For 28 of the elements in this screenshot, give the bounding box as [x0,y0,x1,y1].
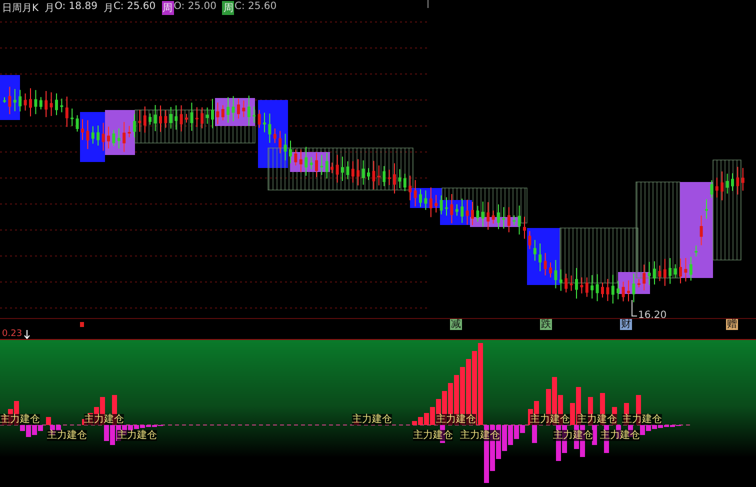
price-reading: 周 C: 25.60 [222,1,277,15]
event-marker: 跌 [540,319,552,330]
signal-label: 主力建仓 [530,414,570,425]
signal-label: 主力建仓 [352,414,392,425]
low-price-label: 16.20 [638,310,667,321]
signal-label: 主力建仓 [577,414,617,425]
signal-label: 主力建仓 [622,414,662,425]
signal-label: 主力建仓 [460,430,500,441]
chart-title: 日周月K [2,2,39,15]
price-reading: 月 C: 25.60 [103,1,156,15]
down-arrow-icon [24,330,30,338]
signal-label: 主力建仓 [413,430,453,441]
price-reading: 周 O: 25.00 [162,1,216,15]
price-reading: 月 O: 18.89 [44,1,98,15]
signal-label: 主力建仓 [600,430,640,441]
signal-label: 主力建仓 [0,414,40,425]
signal-label: 主力建仓 [47,430,87,441]
price-range-box [0,75,20,120]
leader-line [632,300,638,316]
signal-label: 主力建仓 [117,430,157,441]
indicator-value: 0.23 [2,329,22,339]
event-marker: 赠 [726,319,738,330]
event-marker: 减 [450,319,462,330]
signal-label: 主力建仓 [553,430,593,441]
signal-label: 主力建仓 [84,414,124,425]
event-marker: 财 [620,319,632,330]
event-flag-icon [80,322,84,327]
signal-label: 主力建仓 [436,414,476,425]
